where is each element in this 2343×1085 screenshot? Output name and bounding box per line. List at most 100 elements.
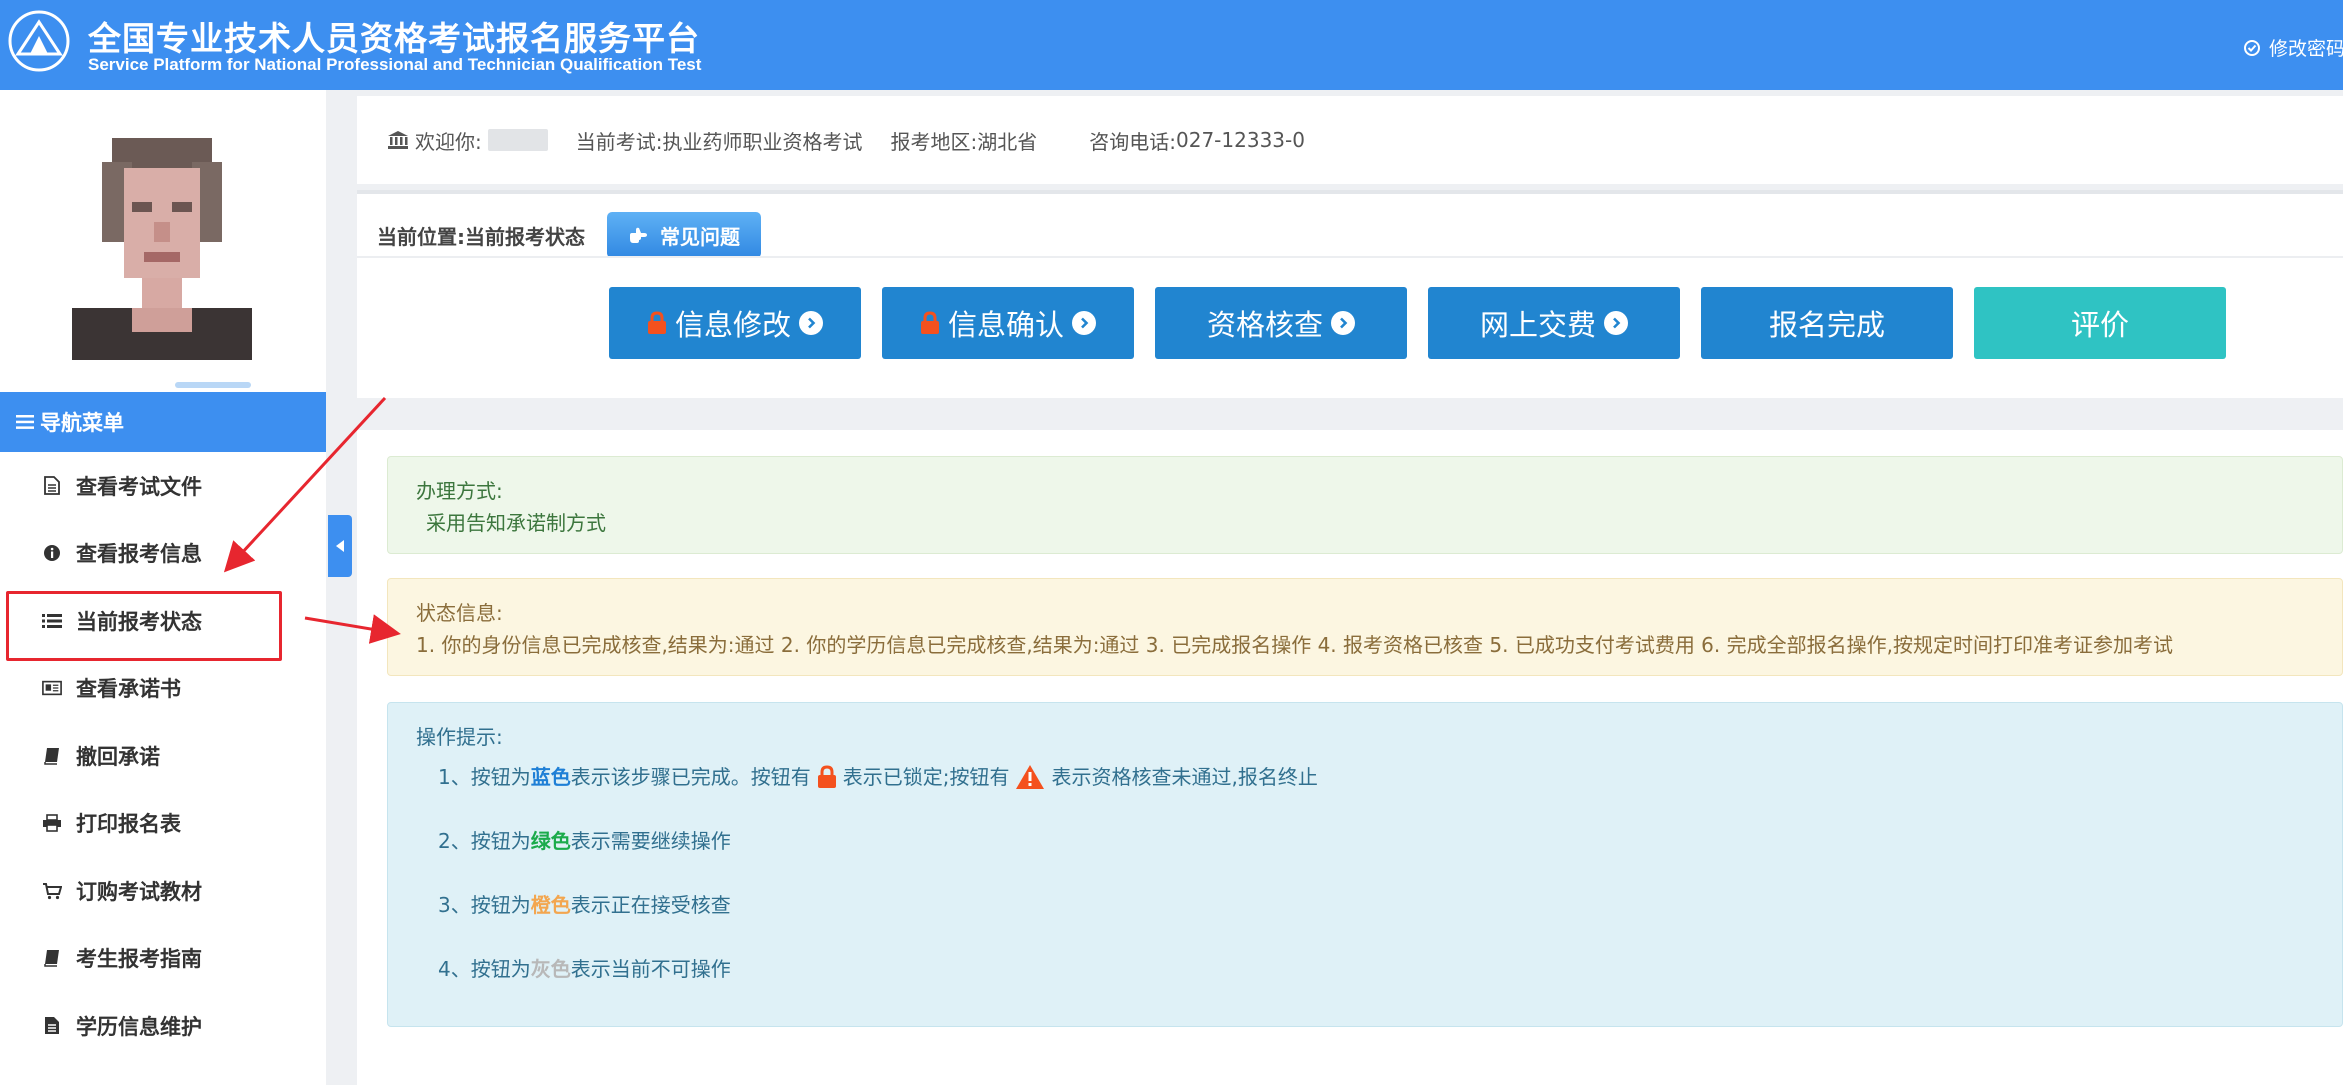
info-content: 办理方式: 采用告知承诺制方式 状态信息: 1. 你的身份信息已完成核查,结果为… (357, 430, 2343, 1085)
sidebar-item-education-info[interactable]: 学历信息维护 (0, 992, 326, 1060)
tip-color-blue: 蓝色 (530, 765, 571, 789)
sidebar-item-current-status[interactable]: 当前报考状态 (0, 587, 326, 661)
step-evaluate-button[interactable]: 评价 (1974, 287, 2226, 359)
tip-text: 3、按钮为 (438, 893, 531, 917)
tip-text: 表示资格核查未通过,报名终止 (1051, 765, 1318, 789)
method-title: 办理方式: (416, 479, 503, 503)
warning-icon (1015, 764, 1045, 790)
phone-label: 咨询电话: (1089, 129, 1176, 154)
sidebar-item-exam-guide[interactable]: 考生报考指南 (0, 925, 326, 993)
chevron-right-circle-icon (799, 311, 823, 335)
tip-text: 2、按钮为 (438, 829, 531, 853)
exam-value: 执业药师职业资格考试 (662, 129, 863, 154)
avatar-tab (175, 382, 251, 388)
lock-icon (920, 311, 939, 334)
sidebar-item-label: 当前报考状态 (76, 609, 202, 634)
step-label: 信息修改 (674, 308, 791, 342)
info-icon (42, 543, 62, 563)
sidebar-item-view-commitment[interactable]: 查看承诺书 (0, 655, 326, 723)
list-icon (42, 611, 62, 631)
step-label: 信息确认 (947, 308, 1064, 342)
method-alert: 办理方式: 采用告知承诺制方式 (387, 456, 2343, 554)
id-card-icon (42, 678, 62, 698)
sidebar-item-label: 打印报名表 (76, 812, 181, 837)
book-icon (42, 948, 62, 968)
sidebar-item-view-exam-files[interactable]: 查看考试文件 (0, 452, 326, 520)
print-icon (42, 813, 62, 833)
tip-text: 表示该步骤已完成。按钮有 (570, 765, 811, 789)
method-value: 采用告知承诺制方式 (426, 511, 606, 535)
step-label: 报名完成 (1768, 308, 1885, 342)
sidebar-item-print-form[interactable]: 打印报名表 (0, 790, 326, 858)
tip-color-orange: 橙色 (530, 893, 571, 917)
sidebar-item-order-textbooks[interactable]: 订购考试教材 (0, 857, 326, 925)
tip-text: 表示当前不可操作 (570, 957, 731, 981)
lock-icon (647, 311, 666, 334)
welcome-bar: 欢迎你: 当前考试: 执业药师职业资格考试 报考地区: 湖北省 咨询电话: 02… (357, 96, 2343, 184)
book-icon (42, 746, 62, 766)
check-circle-icon (2244, 39, 2260, 56)
tip-1: 1、按钮为 蓝色 表示该步骤已完成。按钮有 表示已锁定;按钮有 表示资格核查未通… (416, 761, 2342, 793)
location-label: 当前位置: (377, 224, 465, 249)
sidebar-item-view-registration-info[interactable]: 查看报考信息 (0, 520, 326, 588)
current-exam: 当前考试: 执业药师职业资格考试 (576, 126, 863, 155)
nav-menu-title: 导航菜单 (40, 411, 124, 435)
exam-label: 当前考试: (575, 129, 663, 154)
file-icon (42, 1016, 62, 1036)
sidebar-item-label: 学历信息维护 (76, 1014, 202, 1039)
faq-button[interactable]: 常见问题 (607, 212, 761, 258)
pta-logo-icon (8, 10, 70, 72)
step-online-payment-button[interactable]: 网上交费 (1428, 287, 1680, 359)
location-value: 当前报考状态 (465, 224, 585, 249)
sidebar-item-label: 考生报考指南 (76, 947, 202, 972)
region-label: 报考地区: (890, 129, 978, 154)
tip-color-green: 绿色 (530, 829, 571, 853)
sidebar-collapse-button[interactable] (328, 515, 352, 577)
user-name-redacted (487, 129, 548, 151)
chevron-right-circle-icon (1331, 311, 1355, 335)
tip-text: 4、按钮为 (438, 957, 531, 981)
site-title: 全国专业技术人员资格考试报名服务平台 (88, 19, 700, 58)
change-password-link[interactable]: 修改密码 (2243, 34, 2343, 61)
status-panel: 当前位置: 当前报考状态 常见问题 信息修改 信息确认 资格核查 网上交费 报名… (357, 190, 2343, 398)
step-label: 资格核查 (1206, 308, 1323, 342)
site-subtitle: Service Platform for National Profession… (88, 55, 702, 74)
change-password-label: 修改密码 (2269, 38, 2343, 60)
step-info-confirm-button[interactable]: 信息确认 (882, 287, 1134, 359)
cart-icon (42, 881, 62, 901)
step-info-modify-button[interactable]: 信息修改 (609, 287, 861, 359)
exam-region: 报考地区: 湖北省 (891, 126, 1038, 155)
sidebar-item-label: 订购考试教材 (76, 879, 202, 904)
tip-4: 4、按钮为 灰色 表示当前不可操作 (416, 953, 2342, 985)
step-label: 评价 (2070, 308, 2129, 342)
divider (357, 256, 2343, 258)
avatar (72, 132, 252, 360)
tips-title: 操作提示: (416, 725, 503, 749)
chevron-right-circle-icon (1604, 311, 1628, 335)
chevron-right-circle-icon (1072, 311, 1096, 335)
hotline: 咨询电话: 027-12333-0 (1089, 126, 1305, 155)
tip-color-gray: 灰色 (530, 957, 571, 981)
step-registration-complete-button[interactable]: 报名完成 (1701, 287, 1953, 359)
step-buttons: 信息修改 信息确认 资格核查 网上交费 报名完成 评价 (609, 287, 2226, 359)
top-header: 全国专业技术人员资格考试报名服务平台 Service Platform for … (0, 0, 2343, 90)
sidebar-item-withdraw-commitment[interactable]: 撤回承诺 (0, 722, 326, 790)
nav-list: 查看考试文件 查看报考信息 当前报考状态 查看承诺书 撤回承诺 打印报名表 订购… (0, 452, 326, 1060)
sidebar-item-label: 查看承诺书 (76, 677, 181, 702)
step-label: 网上交费 (1479, 308, 1596, 342)
step-qualification-check-button[interactable]: 资格核查 (1155, 287, 1407, 359)
sidebar-item-label: 查看考试文件 (76, 474, 202, 499)
tip-text: 表示已锁定;按钮有 (842, 765, 1010, 789)
status-alert: 状态信息: 1. 你的身份信息已完成核查,结果为:通过 2. 你的学历信息已完成… (387, 578, 2343, 676)
nav-menu-header: 导航菜单 (0, 392, 326, 452)
tip-2: 2、按钮为 绿色 表示需要继续操作 (416, 825, 2342, 857)
tip-text: 表示正在接受核查 (570, 893, 731, 917)
status-text: 1. 你的身份信息已完成核查,结果为:通过 2. 你的学历信息已完成核查,结果为… (416, 633, 2173, 657)
pointing-hand-icon (629, 227, 647, 243)
tips-alert: 操作提示: 1、按钮为 蓝色 表示该步骤已完成。按钮有 表示已锁定;按钮有 表示… (387, 702, 2343, 1027)
sidebar-item-label: 查看报考信息 (76, 542, 202, 567)
caret-left-icon (336, 540, 344, 552)
welcome-greeting: 欢迎你: (415, 129, 482, 154)
tip-3: 3、按钮为 橙色 表示正在接受核查 (416, 889, 2342, 921)
welcome-user: 欢迎你: (387, 126, 548, 155)
